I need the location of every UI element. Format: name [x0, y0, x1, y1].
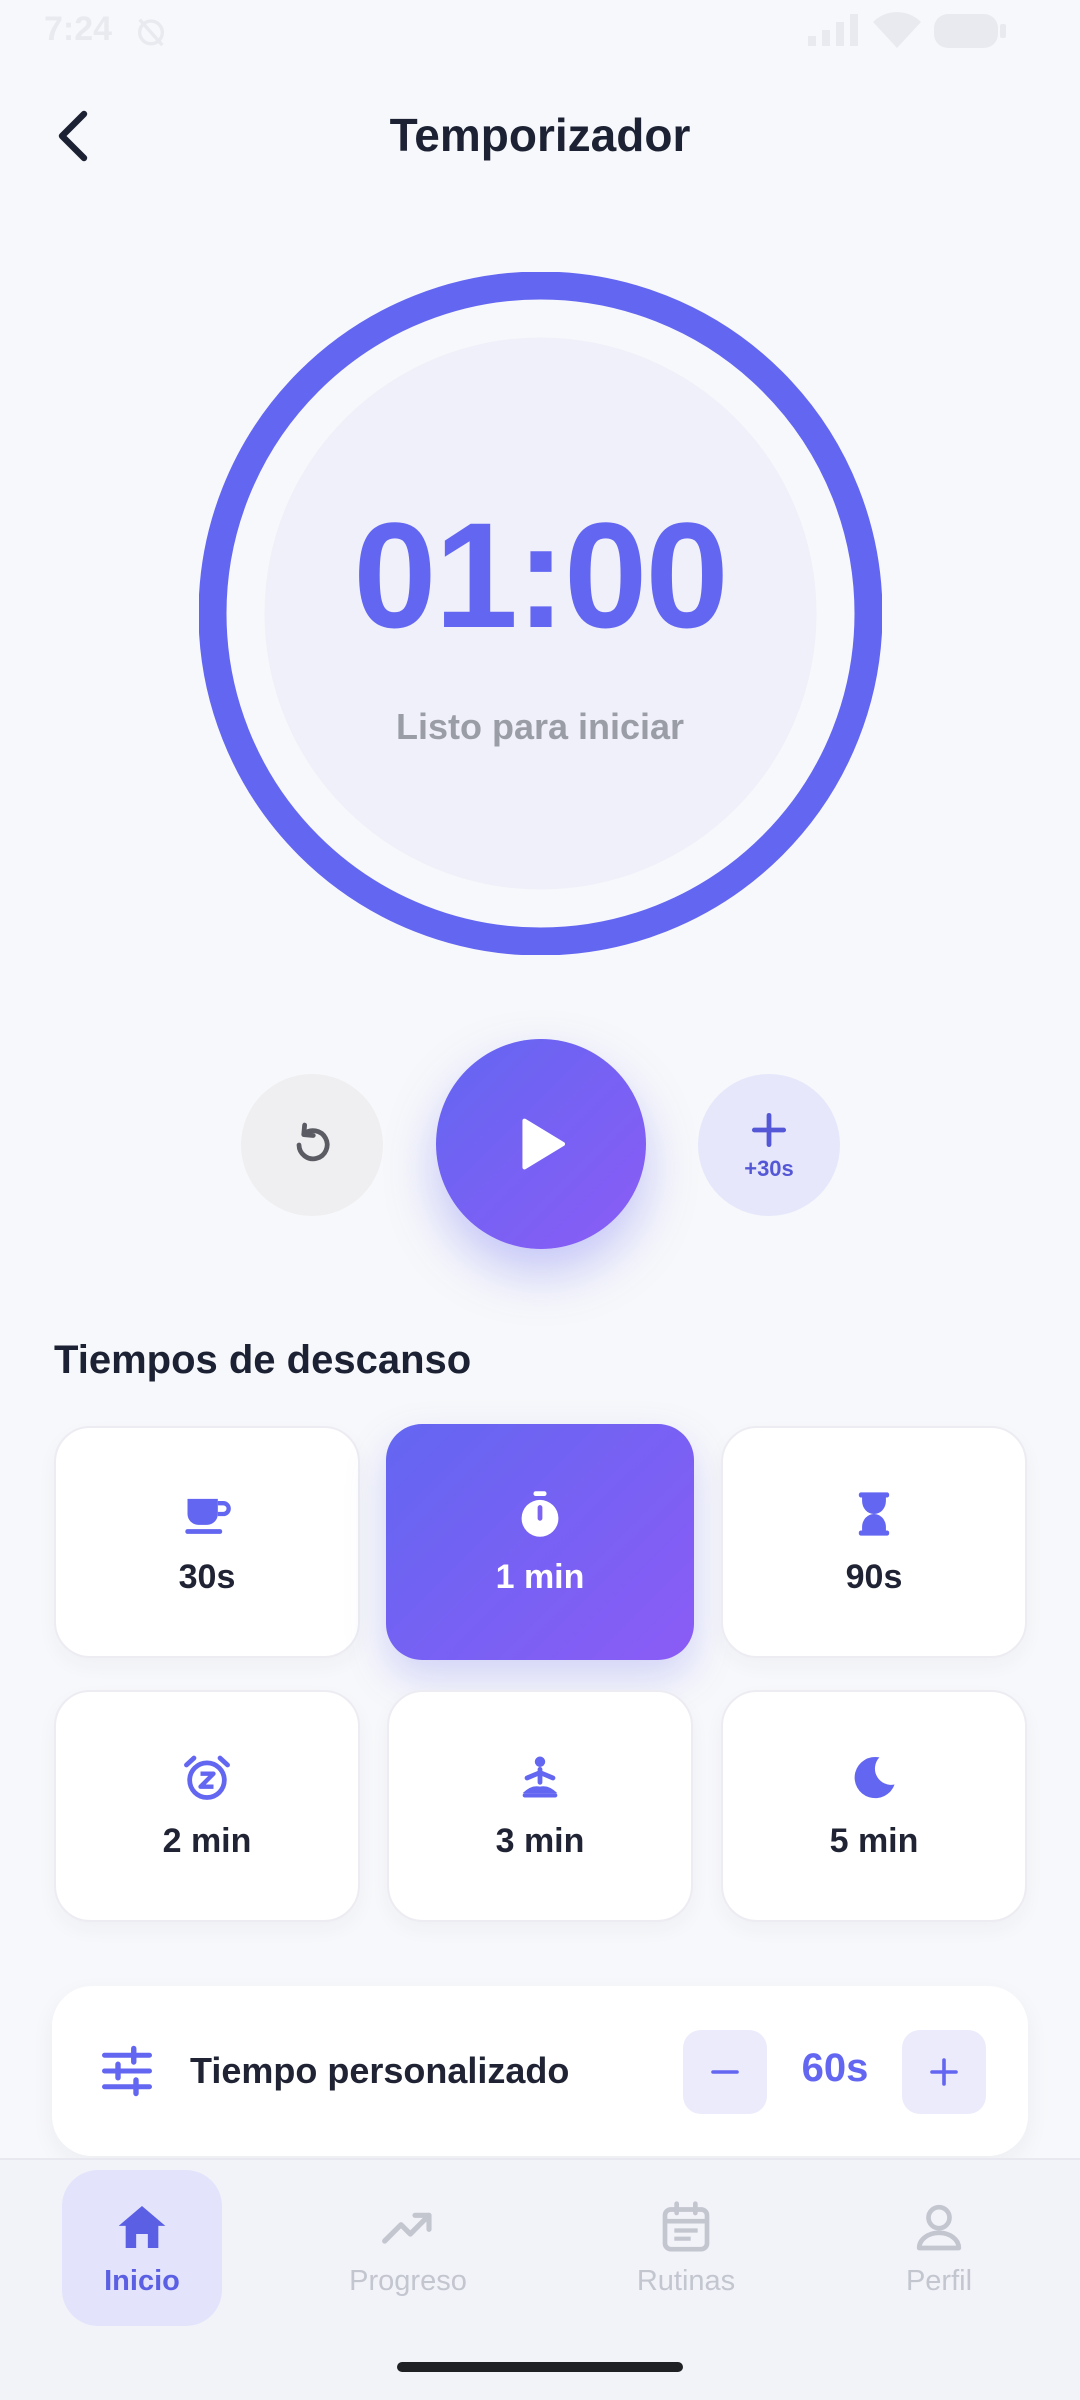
- decrease-button[interactable]: [683, 2030, 767, 2114]
- custom-time-label: Tiempo personalizado: [190, 2050, 570, 2091]
- preset-label: 5 min: [829, 1821, 919, 1860]
- sliders-icon: [102, 2045, 152, 2097]
- add-30s-button[interactable]: +30s: [698, 1074, 840, 1216]
- preset-label: 30s: [178, 1557, 236, 1596]
- preset-90s[interactable]: 90s: [721, 1426, 1027, 1658]
- nav-item-perfil[interactable]: Perfil: [859, 2170, 1019, 2326]
- plus-icon: [751, 1112, 787, 1148]
- calendar-icon: [662, 2200, 710, 2251]
- nav-label: Progreso: [349, 2264, 467, 2297]
- meditation-icon: [522, 1756, 558, 1797]
- preset-30s[interactable]: 30s: [54, 1426, 360, 1658]
- status-time: 7:24: [44, 10, 113, 48]
- alarm-snooze-icon: [184, 1755, 230, 1800]
- nav-item-progreso[interactable]: Progreso: [328, 2170, 488, 2326]
- stopwatch-icon: [521, 1490, 559, 1537]
- home-icon: [118, 2205, 166, 2248]
- trending-up-icon: [382, 2212, 432, 2244]
- preset-label: 1 min: [495, 1557, 585, 1596]
- reset-button[interactable]: [241, 1074, 383, 1216]
- preset-1min[interactable]: 1 min: [386, 1424, 694, 1660]
- preset-label: 90s: [845, 1557, 903, 1596]
- plus-icon: [930, 2058, 958, 2086]
- home-indicator: [397, 2362, 683, 2372]
- increase-button[interactable]: [902, 2030, 986, 2114]
- timer-display: 01:00: [353, 491, 729, 659]
- signal-icon: [808, 14, 858, 46]
- preset-3min[interactable]: 3 min: [387, 1690, 693, 1922]
- play-button[interactable]: [436, 1039, 646, 1249]
- preset-2min[interactable]: 2 min: [54, 1690, 360, 1922]
- preset-5min[interactable]: 5 min: [721, 1690, 1027, 1922]
- nav-item-inicio[interactable]: Inicio: [62, 2170, 222, 2326]
- custom-time-value: 60s: [801, 2046, 869, 2090]
- hourglass-icon: [858, 1491, 890, 1536]
- page-title: Temporizador: [389, 109, 691, 161]
- coffee-icon: [185, 1498, 231, 1534]
- preset-label: 2 min: [162, 1821, 252, 1860]
- timer-status: Listo para iniciar: [395, 706, 685, 747]
- wifi-icon: [873, 12, 921, 48]
- nav-label: Perfil: [905, 2264, 973, 2297]
- nav-label: Rutinas: [636, 2264, 736, 2297]
- reset-icon: [296, 1122, 330, 1162]
- moon-icon: [854, 1756, 895, 1798]
- section-title: Tiempos de descanso: [54, 1338, 472, 1382]
- alarm-off-icon: [137, 18, 165, 47]
- battery-icon: [934, 14, 1006, 48]
- play-icon: [522, 1118, 566, 1170]
- person-icon: [916, 2204, 962, 2250]
- add-30s-label: +30s: [744, 1156, 794, 1181]
- nav-label: Inicio: [104, 2264, 180, 2297]
- preset-label: 3 min: [495, 1821, 585, 1860]
- minus-icon: [711, 2070, 739, 2074]
- nav-item-rutinas[interactable]: Rutinas: [606, 2170, 766, 2326]
